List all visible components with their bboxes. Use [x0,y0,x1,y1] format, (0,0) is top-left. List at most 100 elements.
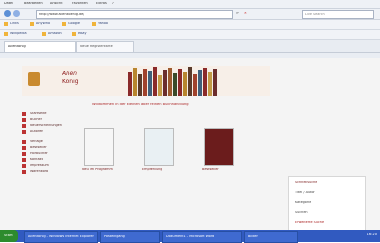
nav-item[interactable]: Startseite [22,112,74,117]
brand-name-line2: König [62,79,79,85]
bookmark-item[interactable]: Yahoo [98,22,108,25]
address-bar[interactable]: http://www.alienkoenig.de/ [36,10,233,19]
bookmark-item[interactable]: eBay [78,32,87,35]
tab-new[interactable]: Neue Registerkarte [76,41,134,52]
tab-alienkoenig[interactable]: Alienkönig [4,41,76,52]
book-spine [203,68,207,96]
bullet-icon [22,152,26,156]
bookmark-icon [92,22,96,26]
bookmark-icon [4,32,8,36]
bookmark-item[interactable]: AnyWho [36,22,50,25]
book-spines-illustration [128,66,218,96]
menu-view[interactable]: Ansicht [50,2,63,5]
tab-strip: Alienkönig Neue Registerkarte [0,40,380,53]
sidebox-line[interactable]: Kategorie [295,201,311,204]
bullet-icon [22,164,26,168]
tab-label: Neue Registerkarte [80,45,113,48]
search-placeholder: Live Search [305,13,325,16]
sidebox-title: Schnellsuche [295,181,318,184]
nav-label: Verlage [30,140,43,143]
book-spine [208,72,212,96]
book-cover-image[interactable] [84,128,114,166]
bookmark-item[interactable]: Wikipedia [10,32,27,35]
bookmark-item[interactable]: Amazon [48,32,62,35]
nav-item[interactable]: Verlage [22,140,74,145]
forward-icon[interactable] [13,10,20,17]
book-cover-image[interactable] [144,128,174,166]
menu-tools[interactable]: Extras [96,2,107,5]
book-caption[interactable]: Neu im Programm [82,168,113,171]
menu-help[interactable]: ? [112,2,114,5]
book-spine [168,68,172,96]
nav-label: Bücher [30,118,42,121]
bullet-icon [22,112,26,116]
book-spine [213,69,217,96]
bullet-icon [22,124,26,128]
taskbar-item-label: Dokument1 - Microsoft Word [166,235,215,238]
stop-icon[interactable]: ✕ [244,12,247,15]
bookmark-item[interactable]: Links [10,22,19,25]
brand-name-line1: Alien [62,71,77,77]
tab-label: Alienkönig [8,45,26,48]
nav-item[interactable]: Autoren [22,130,74,135]
nav-label: Bestseller [30,146,47,149]
nav-label: Startseite [30,112,47,115]
start-label: Start [4,234,13,237]
quick-search-box: Schnellsuche Titel / Autor Kategorie Suc… [288,176,366,234]
book-spine [173,73,177,96]
book-spine [193,74,197,96]
refresh-icon[interactable]: ⟳ [236,12,239,15]
nav-item[interactable]: Kontakt [22,158,74,163]
bullet-icon [22,170,26,174]
nav-item[interactable]: Hörbücher [22,152,74,157]
links-toolbar: Links AnyWho Google Yahoo [0,20,380,30]
nav-item[interactable]: Impressum [22,164,74,169]
search-input[interactable]: Live Search [302,10,374,19]
nav-label: Autoren [30,130,44,133]
menu-edit[interactable]: Bearbeiten [24,2,43,5]
taskbar-item[interactable]: Posteingang [100,231,160,243]
book-spine [143,69,147,96]
sidebox-line[interactable]: Suchen [295,211,308,214]
title-bar: Datei Bearbeiten Ansicht Favoriten Extra… [0,0,380,9]
back-icon[interactable] [4,10,11,17]
book-spine [128,72,132,96]
book-caption[interactable]: Empfehlung [142,168,162,171]
bullet-icon [22,130,26,134]
taskbar-item[interactable]: Bilder [244,231,298,243]
taskbar-item[interactable]: Dokument1 - Microsoft Word [162,231,242,243]
taskbar-clock: 16:20 [366,233,377,236]
nav-item[interactable]: Bestseller [22,146,74,151]
taskbar: Start Alienkönig - Windows Internet Expl… [0,230,380,243]
address-row: http://www.alienkoenig.de/ ⟳ ✕ Live Sear… [0,9,380,20]
bullet-icon [22,118,26,122]
nav-item[interactable]: Bücher [22,118,74,123]
book-spine [138,74,142,96]
bullet-icon [22,146,26,150]
taskbar-item[interactable]: Alienkönig - Windows Internet Explorer [24,231,98,243]
taskbar-item-label: Alienkönig - Windows Internet Explorer [28,235,94,238]
welcome-headline: Willkommen in der kleinen aber feinen Bu… [92,103,189,106]
taskbar-item-label: Bilder [248,235,258,238]
nav-item[interactable]: Neuerscheinungen [22,124,74,129]
book-spine [188,67,192,96]
category-nav: Startseite Bücher Neuerscheinungen Autor… [22,112,74,232]
sidebox-line[interactable]: Erweiterte Suche [295,221,324,224]
book-spine [148,71,152,96]
sidebox-line[interactable]: Titel / Autor [295,191,315,194]
menu-file[interactable]: Datei [4,2,13,5]
browser-chrome: Datei Bearbeiten Ansicht Favoriten Extra… [0,0,380,58]
start-button[interactable]: Start [0,230,18,242]
book-spine [163,70,167,96]
nav-label: Kontakt [30,158,43,161]
book-spine [198,70,202,96]
book-spine [133,68,137,96]
links-toolbar-2: Wikipedia Amazon eBay [0,30,380,40]
book-caption[interactable]: Bestseller [202,168,219,171]
taskbar-item-label: Posteingang [104,235,125,238]
bookmark-item[interactable]: Google [68,22,80,25]
nav-item[interactable]: Warenkorb [22,170,74,175]
book-cover-image[interactable] [204,128,234,166]
bullet-icon [22,158,26,162]
menu-favorites[interactable]: Favoriten [72,2,88,5]
